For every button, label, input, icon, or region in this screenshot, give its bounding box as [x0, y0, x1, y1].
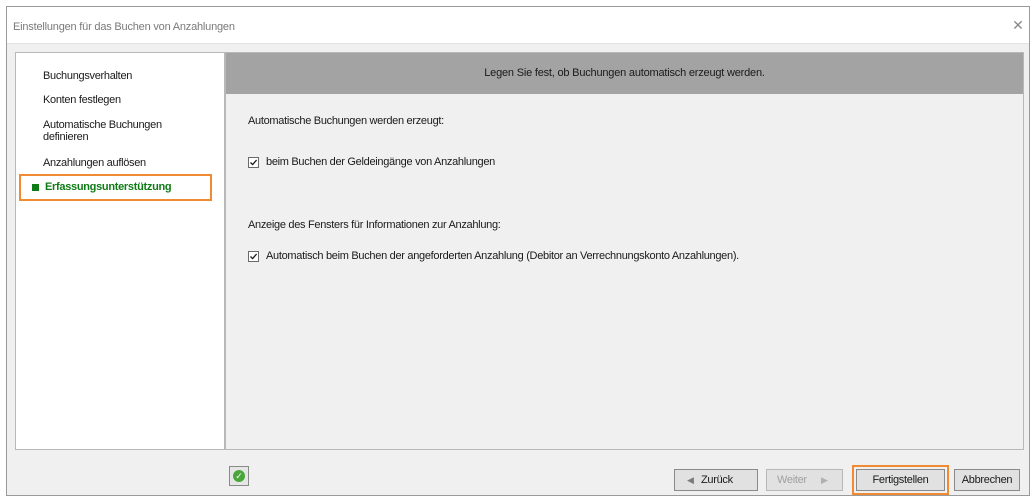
nav-item-konten-festlegen[interactable]: Konten festlegen [43, 94, 121, 106]
content-panel: Legen Sie fest, ob Buchungen automatisch… [225, 52, 1024, 450]
next-button-label: Weiter [777, 474, 807, 486]
triangle-right-icon: ▶ [821, 475, 828, 485]
option-angeforderte-anzahlung-label: Automatisch beim Buchen der angeforderte… [266, 250, 739, 262]
section-info-window-label: Anzeige des Fensters für Informationen z… [248, 219, 501, 231]
checkmark-icon [250, 159, 258, 166]
nav-item-buchungsverhalten[interactable]: Buchungsverhalten [43, 70, 132, 82]
help-icon: ✓ [233, 470, 245, 482]
finish-button-label: Fertigstellen [872, 474, 929, 486]
button-bar: ✓ ◀ Zurück Weiter ▶ Fertigstellen Abbrec… [225, 459, 1024, 495]
checkbox-geldeingaenge[interactable] [248, 157, 259, 168]
content-header-text: Legen Sie fest, ob Buchungen automatisch… [484, 67, 765, 79]
back-button[interactable]: ◀ Zurück [674, 469, 758, 491]
content-header: Legen Sie fest, ob Buchungen automatisch… [226, 53, 1023, 94]
window-title: Einstellungen für das Buchen von Anzahlu… [13, 21, 235, 33]
close-icon[interactable]: ✕ [1011, 17, 1025, 33]
wizard-nav: Buchungsverhalten Konten festlegen Autom… [15, 52, 225, 450]
section-auto-bookings-label: Automatische Buchungen werden erzeugt: [248, 115, 444, 127]
nav-item-label: Erfassungsunterstützung [45, 181, 172, 193]
cancel-button-label: Abbrechen [961, 474, 1013, 486]
title-bar: Einstellungen für das Buchen von Anzahlu… [7, 7, 1029, 44]
cancel-button[interactable]: Abbrechen [954, 469, 1020, 491]
settings-dialog: Einstellungen für das Buchen von Anzahlu… [6, 6, 1030, 496]
help-button[interactable]: ✓ [229, 466, 249, 486]
nav-item-erfassungsunterstuetzung[interactable]: Erfassungsunterstützung [19, 174, 212, 201]
nav-item-anzahlungen-aufloesen[interactable]: Anzahlungen auflösen [43, 157, 146, 169]
checkmark-icon [250, 253, 258, 260]
active-step-icon [32, 184, 39, 191]
next-button[interactable]: Weiter ▶ [766, 469, 843, 491]
checkbox-angeforderte-anzahlung[interactable] [248, 251, 259, 262]
nav-item-automatische-buchungen[interactable]: Automatische Buchungen definieren [43, 119, 193, 143]
finish-button[interactable]: Fertigstellen [856, 469, 945, 491]
option-geldeingaenge-label: beim Buchen der Geldeingänge von Anzahlu… [266, 156, 495, 168]
triangle-left-icon: ◀ [687, 475, 694, 485]
back-button-label: Zurück [701, 474, 733, 486]
